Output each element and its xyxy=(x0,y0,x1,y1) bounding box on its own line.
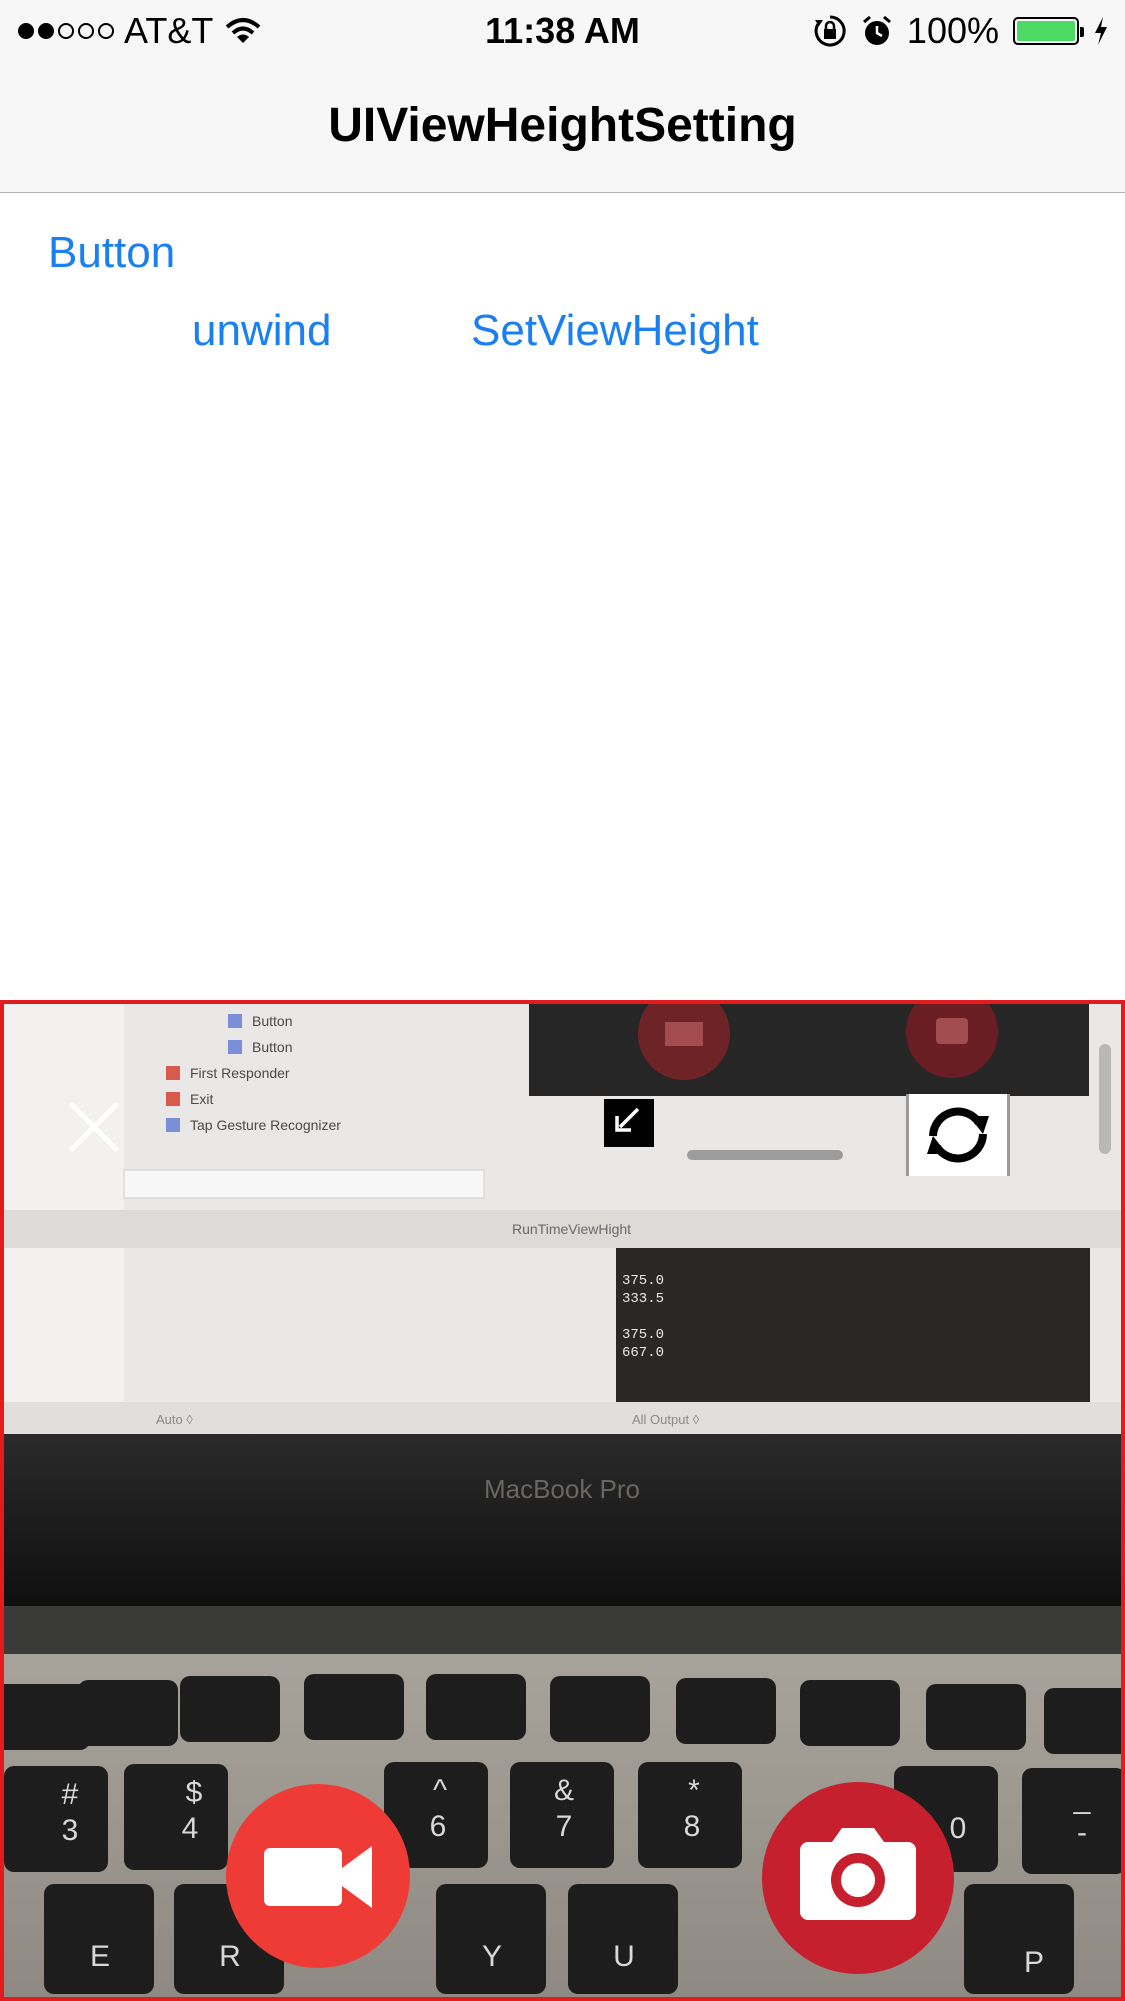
key-label: P xyxy=(1024,1946,1044,1979)
camera-flip-icon xyxy=(927,1107,989,1163)
key-label: 7 xyxy=(556,1810,573,1843)
orientation-lock-icon xyxy=(814,15,846,47)
battery-fill xyxy=(1017,21,1075,41)
button-button[interactable]: Button xyxy=(48,228,175,278)
status-right: 100% xyxy=(813,10,1109,52)
key-label: * xyxy=(688,1774,700,1807)
camera-preview: Button Button First Responder Exit Tap G… xyxy=(0,1000,1125,2001)
key-label: U xyxy=(613,1940,635,1973)
key-label: & xyxy=(554,1774,574,1807)
battery-percent: 100% xyxy=(906,10,999,51)
minimize-arrow-icon xyxy=(615,1107,640,1132)
record-video-button[interactable] xyxy=(226,1784,410,1968)
console-line: 667.0 xyxy=(622,1345,664,1361)
auto-label: Auto ◊ xyxy=(156,1412,193,1427)
close-button[interactable] xyxy=(66,1099,122,1155)
key-label: ^ xyxy=(433,1774,447,1807)
output-label: All Output ◊ xyxy=(632,1412,700,1427)
console-line: 333.5 xyxy=(622,1291,664,1307)
battery-icon xyxy=(1013,17,1084,45)
camera-icon xyxy=(800,1828,916,1920)
take-photo-button[interactable] xyxy=(762,1782,954,1974)
flip-camera-button[interactable] xyxy=(906,1094,1010,1176)
key-label: _ xyxy=(1073,1782,1092,1815)
key-label: # xyxy=(62,1778,79,1811)
key-label: $ xyxy=(186,1776,203,1809)
key-label: - xyxy=(1077,1816,1087,1849)
key-label: 8 xyxy=(684,1810,701,1843)
set-view-height-button[interactable]: SetViewHeight xyxy=(471,306,759,356)
key-label: E xyxy=(90,1940,110,1973)
key-label: 4 xyxy=(182,1812,199,1845)
outline-item: First Responder xyxy=(190,1065,290,1081)
minimize-button[interactable] xyxy=(604,1099,654,1147)
outline-item: Button xyxy=(252,1039,292,1055)
navigation-bar: UIViewHeightSetting xyxy=(0,62,1125,193)
key-label: 3 xyxy=(62,1814,79,1847)
debug-bar-label: RunTimeViewHight xyxy=(512,1221,631,1237)
outline-item: Button xyxy=(252,1013,292,1029)
close-icon xyxy=(69,1102,119,1152)
alarm-icon xyxy=(862,15,891,45)
console-line: 375.0 xyxy=(622,1273,664,1289)
page-title: UIViewHeightSetting xyxy=(328,99,797,152)
laptop-label: MacBook Pro xyxy=(484,1474,640,1504)
key-label: 6 xyxy=(430,1810,447,1843)
console-line: 375.0 xyxy=(622,1327,664,1343)
outline-item: Exit xyxy=(190,1091,213,1107)
outline-item: Tap Gesture Recognizer xyxy=(190,1117,341,1133)
video-camera-icon xyxy=(264,1846,372,1908)
unwind-button[interactable]: unwind xyxy=(192,306,331,356)
key-label: Y xyxy=(482,1940,502,1973)
bolt-icon xyxy=(1095,17,1107,45)
status-bar: AT&T 11:38 AM 100% xyxy=(0,0,1125,62)
